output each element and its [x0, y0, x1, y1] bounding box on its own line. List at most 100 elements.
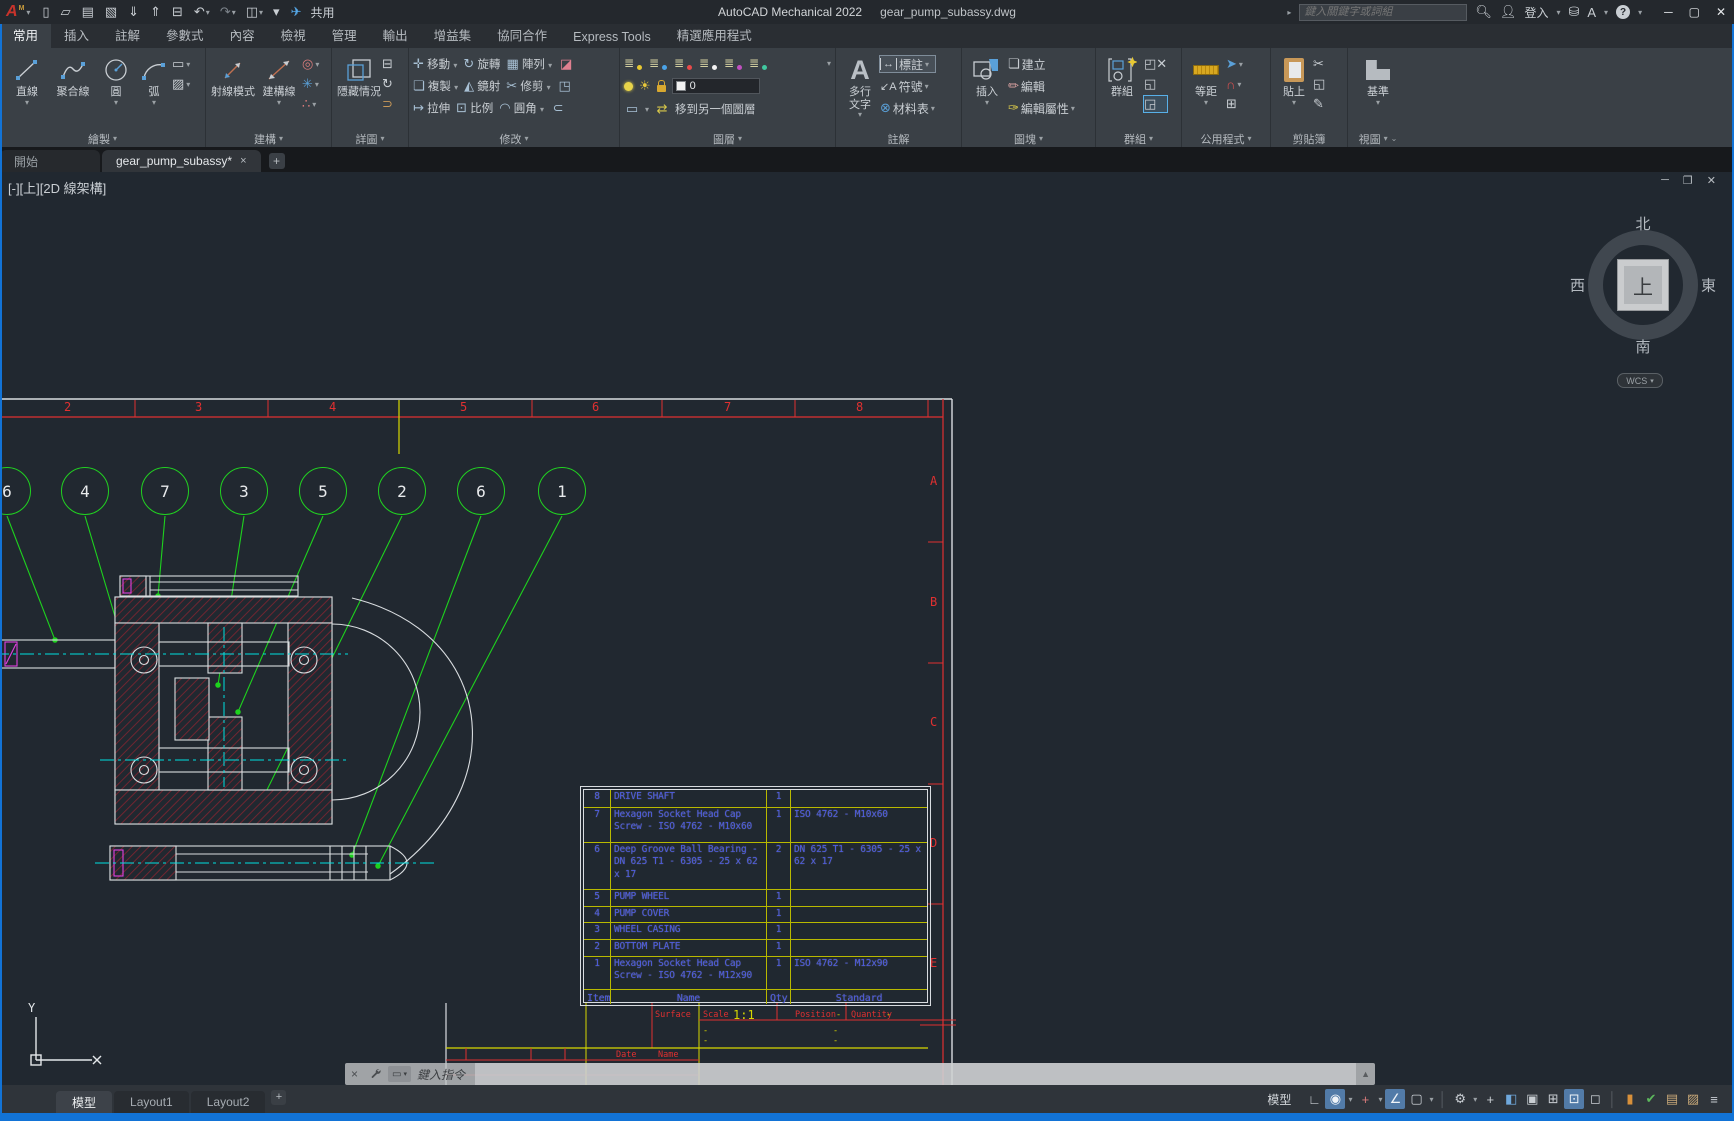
command-expand-icon[interactable]: ▲ [1356, 1069, 1375, 1079]
group-selection-toggle[interactable]: ◲ [1144, 96, 1167, 112]
layer-freeze-icon[interactable]: ≣ [749, 57, 766, 70]
hide-situation-button[interactable]: 隱藏情況 [336, 52, 382, 99]
layer-isolate-icon[interactable]: ≣ [699, 57, 716, 70]
panel-label-construct[interactable]: 建構▾ [206, 130, 331, 147]
object-isolate-icon[interactable]: ▮ [1620, 1089, 1640, 1109]
command-customize-wrench-icon[interactable] [370, 1067, 382, 1082]
layer-tools-caret-icon[interactable]: ▾ [827, 59, 831, 68]
balloon-callout[interactable]: 6 [457, 467, 505, 515]
maximize-button[interactable]: ▢ [1689, 5, 1700, 19]
rotate-button[interactable]: ↻ 旋轉 [463, 56, 500, 72]
caret-icon[interactable]: ▾ [1346, 1089, 1354, 1109]
layer-unisolate-icon[interactable]: ≣ [724, 57, 741, 70]
DRIVE SHAFT[interactable]: 8 DRIVE SHAFT 1 [584, 790, 927, 807]
panel-label-detail[interactable]: 詳圖▾ [332, 130, 408, 147]
ribbon-tab[interactable]: 精選應用程式 [664, 22, 765, 48]
base-view-button[interactable]: 基準▾ [1355, 52, 1401, 107]
ungroup-button[interactable]: ◰✕ [1144, 56, 1167, 72]
workspace-icon[interactable]: ◫▾ [242, 3, 267, 21]
share-button[interactable]: 共用 [310, 4, 334, 21]
apps-caret-icon[interactable]: ▾ [1604, 8, 1608, 17]
copy-button[interactable]: ❏ 複製 ▾ [413, 78, 458, 94]
customization-menu-icon[interactable]: ≡ [1704, 1089, 1724, 1109]
construction-line-button[interactable]: 建構線▾ [256, 52, 302, 107]
ribbon-tab[interactable]: 增益集 [421, 22, 485, 48]
bom-table[interactable]: 8 DRIVE SHAFT 1 7 Hexagon Socket Head Ca… [583, 789, 928, 1003]
layout-tab[interactable]: Layout1 [114, 1091, 189, 1113]
point-button[interactable]: ✳▾ [302, 76, 319, 92]
WHEEL CASING[interactable]: 3 WHEEL CASING 1 [584, 922, 927, 939]
object-snap-icon[interactable]: ▢ [1406, 1089, 1426, 1109]
group-edit-button[interactable]: ◱ [1144, 76, 1167, 92]
scale-button[interactable]: ⊡ 比例 [456, 100, 493, 116]
save-as-icon[interactable]: ▧ [101, 3, 122, 21]
layer-thaw-icon[interactable]: ☀ [639, 78, 651, 94]
balloon-callout[interactable]: 5 [299, 467, 347, 515]
autodesk-apps-icon[interactable]: A [1587, 5, 1596, 20]
fillet-button[interactable]: ◠ 圓角 ▾ [499, 100, 544, 116]
viewcube-east[interactable]: 東 [1701, 275, 1716, 296]
panel-label-layers[interactable]: 圖層▾ [620, 130, 835, 147]
edit-attributes-button[interactable]: ✑編輯屬性▾ [1008, 100, 1075, 116]
line-button[interactable]: 直線▾ [4, 52, 50, 107]
mtext-button[interactable]: A 多行文字▾ [840, 52, 880, 119]
panel-label-view[interactable]: 視圖▾⌄ [1348, 130, 1408, 147]
bom-header-row[interactable]: Item Name Qty Standard [584, 989, 927, 1004]
annotation-scale-icon[interactable]: ▣ [1522, 1089, 1542, 1109]
layer-lock-icon[interactable] [657, 85, 666, 92]
open-icon[interactable]: ▱ [57, 3, 76, 21]
crosshair-icon[interactable]: + [1480, 1089, 1500, 1109]
open-from-web-icon[interactable]: ⇓ [124, 3, 144, 21]
trim-button[interactable]: ✂ 修剪 ▾ [506, 78, 550, 94]
mirror-button[interactable]: ◭ 鏡射 [464, 78, 500, 94]
layout-tab[interactable]: 模型 [56, 1091, 112, 1113]
close-button[interactable]: ✕ [1716, 5, 1726, 19]
doc-close-button[interactable]: ✕ [1707, 174, 1716, 187]
hatch-tool-button[interactable]: ▨▾ [172, 76, 190, 92]
polar-tracking-icon[interactable]: + [1355, 1089, 1375, 1109]
panel-label-draw[interactable]: 繪製▾ [0, 130, 205, 147]
ucs-icon[interactable]: Y [28, 1001, 101, 1065]
attach-icon[interactable]: ▤ [1662, 1089, 1682, 1109]
search-icon[interactable]: 🔍︎ [1475, 4, 1492, 20]
dimension-button[interactable]: ↔標註▾ [880, 56, 935, 72]
paste-button[interactable]: 貼上▾ [1275, 52, 1313, 107]
panel-label-annotate[interactable]: 註解 [836, 130, 961, 147]
arc-button[interactable]: 弧▾ [136, 52, 172, 107]
circle-button[interactable]: 圓▾ [96, 52, 136, 107]
erase-icon[interactable]: ◪ [558, 56, 574, 72]
ortho-icon[interactable]: ∟ [1304, 1089, 1324, 1109]
edit-block-button[interactable]: ✏編輯 [1008, 78, 1075, 94]
array-button[interactable]: ▦ 陣列 ▾ [506, 56, 552, 72]
panel-label-utilities[interactable]: 公用程式▾ [1182, 130, 1270, 147]
file-tab-close-icon[interactable]: × [240, 155, 246, 167]
layer-on-icon[interactable] [624, 82, 633, 91]
point-capture-button[interactable]: ∩▾ [1226, 76, 1243, 92]
offset-icon[interactable]: ⊂ [550, 100, 566, 116]
balloon-callout[interactable]: 2 [378, 467, 426, 515]
redo-icon[interactable]: ↷▾ [216, 3, 240, 21]
viewcube-top-face[interactable]: 上 [1617, 259, 1669, 311]
ribbon-tab[interactable]: 參數式 [153, 22, 217, 48]
Deep Groove Ball Bearing - DN 625 T1 - 6305 - 25 x 62 x 17[interactable]: 6 Deep Groove Ball Bearing - DN 625 T1 -… [584, 842, 927, 889]
balloon-callout[interactable]: 3 [220, 467, 268, 515]
detail-rotate-button[interactable]: ↻ [382, 76, 393, 92]
app-store-cart-icon[interactable]: ⛁ [1568, 4, 1579, 20]
search-input[interactable] [1304, 6, 1462, 18]
group-button[interactable]: 群組 [1100, 52, 1144, 99]
ray-mode-button[interactable]: 射線模式 [210, 52, 256, 99]
drawing-canvas[interactable]: [-][上][2D 線架構] ─ ❐ ✕ [0, 172, 1734, 1085]
Hexagon Socket Head Cap Screw - ISO 4762 - M10x60[interactable]: 7 Hexagon Socket Head Cap Screw - ISO 47… [584, 807, 927, 842]
separator[interactable]: │ [1606, 1089, 1619, 1109]
graphics-performance-icon[interactable]: ✔ [1641, 1089, 1661, 1109]
layer-state-caret-icon[interactable]: ▾ [645, 105, 649, 114]
cut-button[interactable]: ✂ [1313, 56, 1325, 72]
panel-label-clipboard[interactable]: 剪貼簿 [1271, 130, 1347, 147]
viewcube-west[interactable]: 西 [1570, 275, 1585, 296]
detail-clip-button[interactable]: ⊃ [382, 96, 393, 112]
viewcube-south[interactable]: 南 [1635, 336, 1650, 357]
move-to-layer-button[interactable]: 移到另一個圖層 [675, 101, 756, 117]
copy-clip-button[interactable]: ◱ [1313, 76, 1325, 92]
layer-match-icon[interactable]: ≣ [649, 57, 666, 70]
viewport-controls[interactable]: [-][上][2D 線架構] [8, 178, 106, 197]
